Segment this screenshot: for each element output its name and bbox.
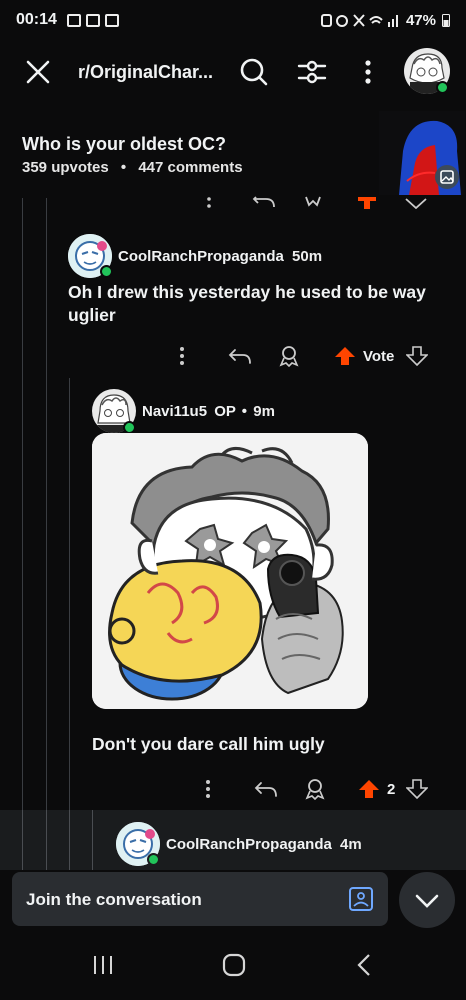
downvote-icon[interactable] [406, 345, 428, 367]
comment-time: 50m [292, 248, 323, 265]
award-icon[interactable] [304, 778, 326, 800]
thread-line-2b[interactable] [46, 810, 47, 870]
character-drawing [92, 433, 368, 709]
recent-apps-icon[interactable] [90, 952, 116, 978]
join-conversation-input[interactable]: Join the conversation [12, 872, 388, 926]
comment-time: 9m [253, 403, 275, 420]
award-icon[interactable] [302, 195, 324, 209]
post-thumbnail[interactable] [379, 111, 465, 195]
system-status-icons [320, 14, 398, 27]
status-time: 00:14 [16, 11, 57, 28]
vote-count: 2 [387, 781, 396, 798]
comment-author[interactable]: CoolRanchPropaganda 4m [166, 836, 362, 853]
back-icon[interactable] [352, 952, 378, 978]
comment-body: Don't you dare call him ugly [92, 734, 325, 754]
close-icon[interactable] [24, 58, 52, 86]
gallery-badge [435, 165, 459, 189]
subreddit-name[interactable]: r/OriginalChar... [78, 62, 213, 83]
comment-image[interactable] [92, 433, 368, 709]
gallery-notification-icon [66, 13, 81, 27]
downvote-icon[interactable] [406, 778, 428, 800]
op-badge: OP [214, 403, 236, 420]
more-vertical-icon[interactable] [176, 346, 188, 366]
post-meta: 359 upvotes • 447 comments [22, 159, 243, 176]
status-right: 47% [320, 12, 450, 29]
mail-notification-icon [85, 13, 100, 27]
upvote-icon[interactable] [356, 195, 378, 209]
reply-icon[interactable] [254, 779, 278, 799]
post-title[interactable]: Who is your oldest OC? [22, 134, 226, 155]
more-vertical-icon[interactable] [203, 195, 215, 209]
thread-line-4b[interactable] [92, 810, 93, 870]
comment-body: Oh I drew this yesterday he used to be w… [68, 282, 426, 325]
upvote-icon[interactable] [358, 778, 380, 800]
check-notification-icon [104, 13, 119, 27]
online-status-dot [100, 265, 113, 278]
image-icon[interactable] [348, 886, 374, 912]
filter-icon[interactable] [296, 56, 328, 88]
image-icon [440, 170, 454, 184]
status-bar: 00:14 47% [0, 0, 466, 40]
top-app-bar: r/OriginalChar... [0, 44, 466, 100]
composer-placeholder: Join the conversation [26, 890, 202, 909]
comment-count: 447 comments [138, 159, 243, 176]
award-icon[interactable] [278, 345, 300, 367]
downvote-icon[interactable] [404, 195, 430, 209]
comment-author[interactable]: CoolRanchPropaganda 50m [118, 248, 322, 265]
online-status-dot [147, 853, 160, 866]
reply-icon[interactable] [228, 346, 252, 366]
more-vertical-icon[interactable] [202, 779, 214, 799]
online-status-dot [436, 81, 449, 94]
vote-label[interactable]: Vote [363, 348, 394, 365]
reply-icon[interactable] [252, 195, 276, 209]
meta-separator: • [120, 159, 127, 176]
battery-level: 47% [405, 11, 436, 29]
thread-line-1b[interactable] [22, 810, 23, 870]
thread-line-2[interactable] [46, 198, 47, 870]
username[interactable]: CoolRanchPropaganda [118, 248, 284, 265]
next-comment-button[interactable] [399, 872, 455, 928]
username[interactable]: Navi11u5 [142, 403, 207, 420]
notification-icons [66, 13, 119, 27]
search-icon[interactable] [238, 56, 270, 88]
comment-author[interactable]: Navi11u5 OP • 9m [142, 403, 275, 420]
thread-line-3[interactable] [69, 378, 70, 870]
more-vertical-icon[interactable] [358, 56, 378, 88]
thread-line-1[interactable] [22, 198, 23, 870]
chevron-down-icon [415, 894, 439, 908]
thread-line-3b[interactable] [69, 810, 70, 870]
home-icon[interactable] [221, 952, 247, 978]
upvote-icon[interactable] [334, 345, 356, 367]
upvote-count: 359 upvotes [22, 159, 109, 176]
battery-icon [442, 14, 450, 27]
comment-time: 4m [340, 836, 362, 853]
meta-separator: • [241, 403, 248, 420]
system-navigation-bar [0, 930, 466, 1000]
username[interactable]: CoolRanchPropaganda [166, 836, 332, 853]
